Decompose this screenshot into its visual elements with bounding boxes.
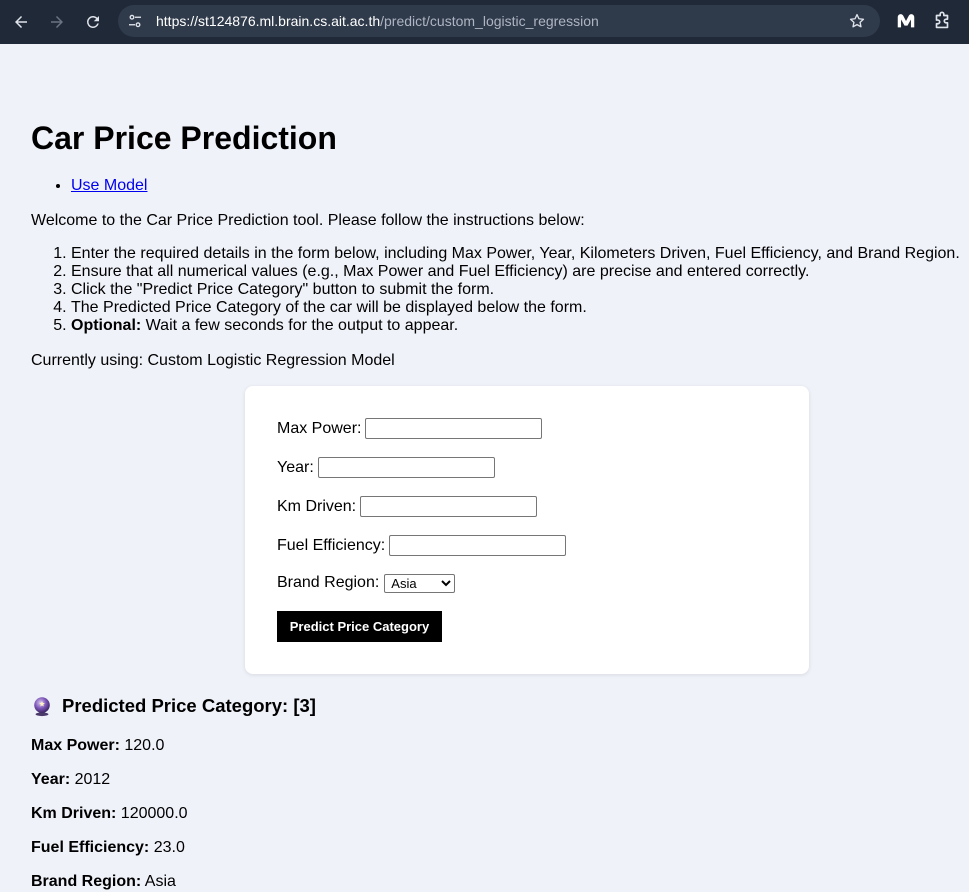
instructions-list: Enter the required details in the form b… <box>31 245 960 335</box>
arrow-left-icon <box>15 16 27 28</box>
predict-price-category-button[interactable]: Predict Price Category <box>277 611 442 642</box>
intro-text: Welcome to the Car Price Prediction tool… <box>31 212 585 229</box>
fuel-efficiency-row: Fuel Efficiency: <box>277 535 567 556</box>
page-title: Car Price Prediction <box>31 120 337 156</box>
result-max-power-value: 120.0 <box>119 737 165 754</box>
url-text[interactable]: https://st124876.ml.brain.cs.ait.ac.th/p… <box>156 13 599 29</box>
year-row: Year: <box>277 457 495 478</box>
reload-icon <box>86 15 99 28</box>
max-power-input[interactable] <box>365 418 543 439</box>
result-km-driven-value: 120000.0 <box>116 805 188 822</box>
result-year: Year: 2012 <box>31 770 110 790</box>
km-driven-label: Km Driven: <box>277 497 357 515</box>
instruction-item: The Predicted Price Category of the car … <box>71 299 960 317</box>
result-max-power-label: Max Power: <box>31 737 120 754</box>
result-km-driven: Km Driven: 120000.0 <box>31 804 188 824</box>
result-brand-region-label: Brand Region: <box>31 873 142 890</box>
address-bar[interactable]: https://st124876.ml.brain.cs.ait.ac.th/p… <box>118 5 880 37</box>
fuel-efficiency-label: Fuel Efficiency: <box>277 536 386 554</box>
year-label: Year: <box>277 458 314 476</box>
result-heading-text: Predicted Price Category: [3] <box>62 695 316 716</box>
result-year-value: 2012 <box>70 771 111 788</box>
result-fuel-efficiency-value: 23.0 <box>149 839 185 856</box>
result-heading: Predicted Price Category: [3] <box>31 695 316 717</box>
reload-button[interactable] <box>80 9 106 35</box>
nav-list-item: Use Model <box>71 176 147 196</box>
result-max-power: Max Power: 120.0 <box>31 736 164 756</box>
crystal-ball-icon <box>34 697 50 717</box>
arrow-right-icon <box>51 16 63 28</box>
brand-region-label: Brand Region: <box>277 574 380 591</box>
km-driven-row: Km Driven: <box>277 496 538 517</box>
url-host: https://st124876.ml.brain.cs.ait.ac.th <box>156 13 381 29</box>
back-button[interactable] <box>8 9 34 35</box>
instruction-item: Optional: Wait a few seconds for the out… <box>71 317 960 335</box>
optional-text: Wait a few seconds for the output to app… <box>141 317 459 334</box>
instruction-item: Click the "Predict Price Category" butto… <box>71 281 960 299</box>
optional-label: Optional: <box>71 317 142 334</box>
km-driven-input[interactable] <box>360 496 538 517</box>
puzzle-icon[interactable] <box>931 10 953 32</box>
result-fuel-efficiency: Fuel Efficiency: 23.0 <box>31 838 185 858</box>
result-brand-region-value: Asia <box>141 873 176 890</box>
tune-icon[interactable] <box>126 12 144 30</box>
result-brand-region: Brand Region: Asia <box>31 872 176 892</box>
brand-region-row: Brand Region: Asia <box>277 573 456 593</box>
fuel-efficiency-input[interactable] <box>389 535 567 556</box>
result-year-label: Year: <box>31 771 71 788</box>
star-icon[interactable] <box>848 12 866 30</box>
result-km-driven-label: Km Driven: <box>31 805 117 822</box>
max-power-row: Max Power: <box>277 418 543 439</box>
malwarebytes-icon[interactable] <box>895 10 917 32</box>
use-model-link[interactable]: Use Model <box>71 177 147 194</box>
current-model-text: Currently using: Custom Logistic Regress… <box>31 352 395 369</box>
result-fuel-efficiency-label: Fuel Efficiency: <box>31 839 150 856</box>
brand-region-select[interactable]: Asia <box>384 573 456 593</box>
browser-toolbar: https://st124876.ml.brain.cs.ait.ac.th/p… <box>0 0 969 44</box>
forward-button[interactable] <box>44 9 70 35</box>
instruction-item: Ensure that all numerical values (e.g., … <box>71 263 960 281</box>
nav-list: Use Model <box>31 176 147 196</box>
instruction-item: Enter the required details in the form b… <box>71 245 960 263</box>
year-input[interactable] <box>317 457 495 478</box>
max-power-label: Max Power: <box>277 419 362 437</box>
prediction-form: Max Power: Year: Km Driven: Fuel Efficie… <box>245 386 809 674</box>
url-path: /predict/custom_logistic_regression <box>380 13 599 29</box>
